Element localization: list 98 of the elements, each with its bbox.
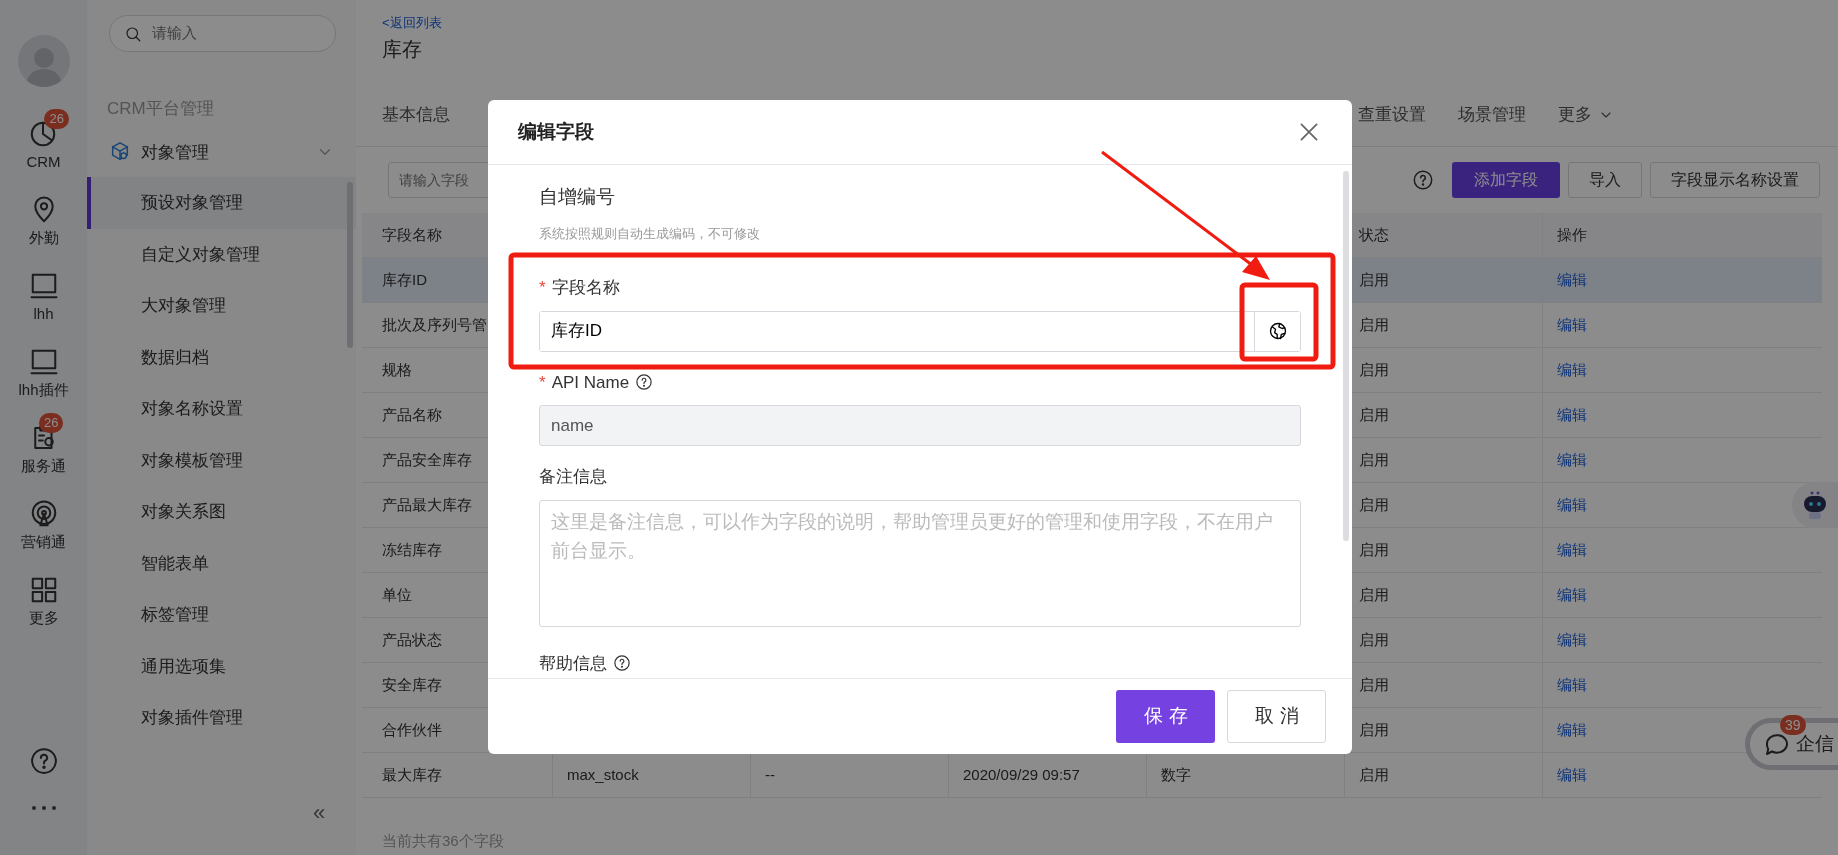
table-cell-text: 启用 (1359, 674, 1389, 695)
search-field[interactable]: 请输入 (150, 21, 320, 46)
nav-label[interactable]: lhh (33, 305, 54, 323)
menu-item[interactable]: 对象插件管理 (87, 692, 356, 744)
table-cell-text: 产品状态 (382, 629, 442, 650)
table-cell-text: 最大库存 (382, 764, 442, 785)
menu-item[interactable]: 自定义对象管理 (87, 228, 356, 280)
table-cell-text: 启用 (1359, 494, 1389, 515)
edit-link[interactable]: 编辑 (1557, 763, 1587, 787)
table-cell-text: 启用 (1359, 449, 1389, 470)
field-label: 备注信息 (539, 466, 607, 488)
search-icon (124, 24, 142, 43)
tab[interactable]: 基本信息 (382, 101, 450, 128)
menu-item[interactable]: 预设对象管理 (87, 177, 356, 229)
table-cell-text: max_stock (567, 764, 639, 785)
menu-item[interactable]: 通用选项集 (87, 640, 356, 692)
chat-button[interactable]: 企信 39 (1745, 718, 1838, 770)
table-cell-text: 启用 (1359, 629, 1389, 650)
table-cell-text: 产品名称 (382, 404, 442, 425)
table-cell-text: 启用 (1359, 314, 1389, 335)
menu-item[interactable]: 智能表单 (87, 537, 356, 589)
tab[interactable]: 查重设置 (1358, 101, 1426, 128)
field-label: API Name (551, 371, 630, 394)
ai-assistant-icon[interactable] (1792, 482, 1838, 528)
dialog-title: 编辑字段 (518, 119, 594, 144)
column-header: 字段名称 (382, 224, 442, 245)
section-description: 系统按照规则自动生成编码，不可修改 (539, 224, 761, 243)
table-cell-text: 启用 (1359, 764, 1389, 785)
column-header: 操作 (1557, 224, 1587, 245)
search-box[interactable]: 请输入 (109, 15, 336, 52)
help-icon[interactable] (1412, 169, 1434, 191)
table-cell-text: 启用 (1359, 269, 1389, 290)
field-label: 字段名称 (551, 277, 620, 299)
edit-link[interactable]: 编辑 (1557, 358, 1587, 382)
required-asterisk: * (539, 371, 546, 394)
edit-link[interactable]: 编辑 (1557, 583, 1587, 607)
table-cell-text: 合作伙伴 (382, 719, 442, 740)
monitor-icon[interactable] (28, 347, 59, 377)
tab[interactable]: 场景管理 (1458, 101, 1526, 128)
nav-label[interactable]: lhh插件 (18, 381, 69, 399)
textarea-field[interactable]: 这里是备注信息，可以作为字段的说明，帮助管理员更好的管理和使用字段，不在用户前台显示。 (539, 499, 1301, 627)
back-link[interactable]: <返回列表 (382, 15, 442, 30)
menu-item[interactable]: 大对象管理 (87, 280, 356, 332)
toolbar-button[interactable]: 字段显示名称设置 (1650, 162, 1820, 198)
collapse-button[interactable]: « (313, 802, 326, 824)
toolbar-button[interactable]: 导入 (1568, 162, 1642, 198)
save-button[interactable]: 保存 (1116, 690, 1215, 743)
add-field-button[interactable]: 添加字段 (1452, 162, 1560, 198)
menu-item[interactable]: 对象名称设置 (87, 383, 356, 435)
table-cell-text: 冻结库存 (382, 539, 442, 560)
table-cell-text: 安全库存 (382, 674, 442, 695)
nav-label[interactable]: 外勤 (28, 229, 59, 247)
table-cell-text: 产品安全库存 (382, 449, 472, 470)
table-cell-text: 单位 (382, 584, 412, 605)
menu-item[interactable]: 数据归档 (87, 331, 356, 383)
edit-link[interactable]: 编辑 (1557, 538, 1587, 562)
globe-icon (1267, 321, 1288, 341)
table-cell-text: 规格 (382, 359, 412, 380)
nav-label[interactable]: 营销通 (21, 533, 66, 551)
nav-label[interactable]: 服务通 (21, 457, 66, 475)
edit-link[interactable]: 编辑 (1557, 268, 1587, 292)
help-icon[interactable] (613, 654, 631, 673)
edit-link[interactable]: 编辑 (1557, 313, 1587, 337)
edit-link[interactable]: 编辑 (1557, 448, 1587, 472)
tab[interactable]: 更多 (1558, 101, 1614, 128)
table-cell-text: 数字 (1161, 764, 1191, 785)
more-dots-icon[interactable] (31, 806, 56, 810)
cancel-button[interactable]: 取消 (1227, 690, 1326, 743)
table-cell-text: 启用 (1359, 359, 1389, 380)
table-cell-text: 批次及序列号管 (382, 314, 487, 335)
nav-label[interactable]: CRM (26, 153, 61, 171)
edit-link[interactable]: 编辑 (1557, 718, 1587, 742)
table-cell-text: 库存ID (382, 269, 427, 290)
column-header: 状态 (1359, 224, 1389, 245)
language-button[interactable] (1254, 311, 1300, 351)
menu-item[interactable]: 对象关系图 (87, 486, 356, 538)
table-cell-text: -- (765, 764, 775, 785)
notification-badge: 39 (1780, 715, 1806, 735)
notification-badge: 26 (39, 413, 64, 433)
nav-label[interactable]: 更多 (28, 609, 59, 627)
table-cell-text: 启用 (1359, 719, 1389, 740)
edit-link[interactable]: 编辑 (1557, 403, 1587, 427)
table-cell-text: 启用 (1359, 584, 1389, 605)
table-cell-text: 2020/09/29 09:57 (963, 764, 1080, 785)
edit-link[interactable]: 编辑 (1557, 628, 1587, 652)
field-label: 帮助信息 (539, 652, 607, 675)
menu-section[interactable]: 对象管理 (141, 139, 209, 165)
monitor-icon[interactable] (28, 271, 59, 301)
notification-badge: 26 (44, 109, 69, 129)
table-cell-text: 启用 (1359, 539, 1389, 560)
menu-item[interactable]: 对象模板管理 (87, 434, 356, 486)
table-cell-text: 产品最大库存 (382, 494, 472, 515)
page-title: 库存 (382, 37, 423, 61)
menu-item[interactable]: 标签管理 (87, 589, 356, 641)
table-cell-text: 启用 (1359, 404, 1389, 425)
required-asterisk: * (539, 277, 546, 299)
edit-link[interactable]: 编辑 (1557, 493, 1587, 517)
edit-link[interactable]: 编辑 (1557, 673, 1587, 697)
